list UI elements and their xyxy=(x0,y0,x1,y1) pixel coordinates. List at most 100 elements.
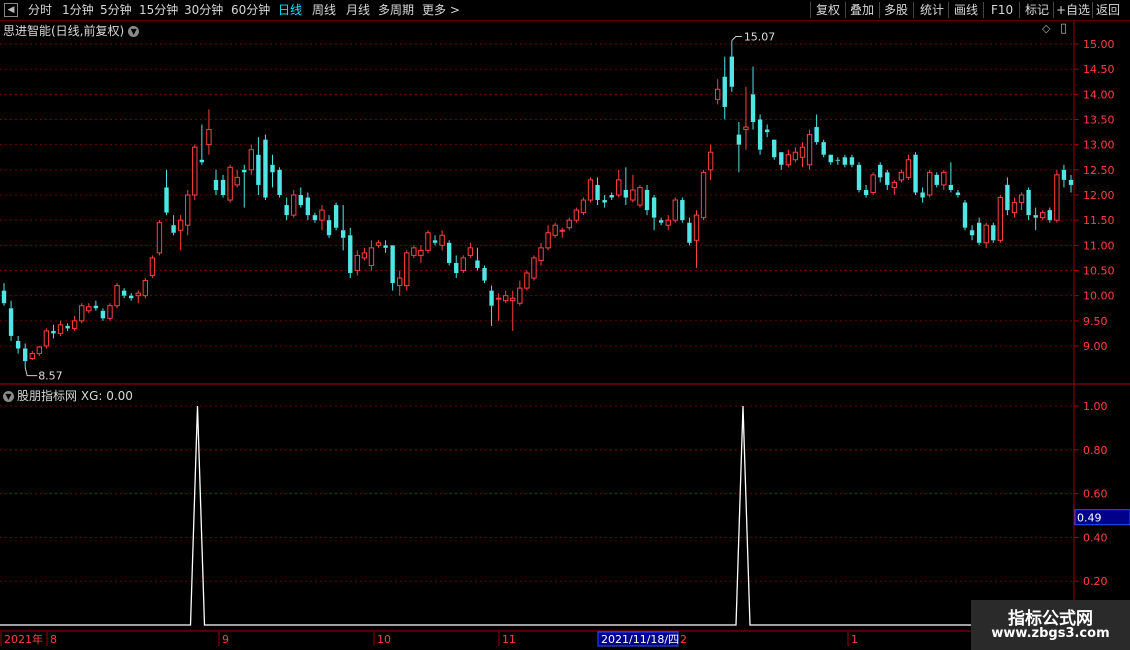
candle xyxy=(446,240,452,266)
candle-body xyxy=(891,181,898,188)
candle xyxy=(220,174,226,198)
candle-body xyxy=(135,292,141,297)
candle xyxy=(1005,177,1010,216)
candle xyxy=(941,169,947,190)
candle xyxy=(772,139,777,160)
xaxis-month-label: 2 xyxy=(680,633,687,646)
candle-body xyxy=(785,154,792,166)
candle xyxy=(651,195,657,231)
candle xyxy=(348,227,353,279)
candle-body xyxy=(71,320,78,329)
candle xyxy=(828,154,833,165)
candle xyxy=(722,56,727,120)
candle-body xyxy=(821,142,826,155)
candle xyxy=(1061,164,1067,188)
candle-body xyxy=(750,94,756,123)
candle-body xyxy=(149,257,156,277)
candle xyxy=(680,197,685,223)
candle xyxy=(361,247,368,261)
price-tick-label: 10.00 xyxy=(1083,290,1115,303)
candle xyxy=(156,220,163,256)
candle-body xyxy=(475,260,480,268)
candle-body xyxy=(693,214,700,241)
candle-body xyxy=(885,172,890,185)
indicator-gridlines xyxy=(0,405,1074,582)
candle xyxy=(870,172,876,195)
candle xyxy=(227,164,233,203)
candle xyxy=(637,184,643,208)
candle xyxy=(962,200,968,231)
candle-body xyxy=(1068,179,1074,185)
candle-body xyxy=(206,129,212,146)
candle xyxy=(955,189,961,198)
price-tick-label: 10.50 xyxy=(1083,265,1115,278)
candle xyxy=(658,217,664,226)
candle-body xyxy=(1054,174,1060,221)
watermark-badge: 指标公式网 www.zbgs3.com xyxy=(971,600,1130,650)
candle xyxy=(517,280,523,306)
candle-body xyxy=(121,290,127,296)
candle xyxy=(672,197,678,223)
candle-body xyxy=(729,56,735,87)
candle xyxy=(934,172,939,188)
candle-body xyxy=(397,277,403,287)
candle-body xyxy=(1047,210,1052,221)
candle-body xyxy=(531,257,537,279)
candle-body xyxy=(955,192,961,195)
price-axis: 15.00 14.50 14.00 13.50 13.00 12.50 12.00 11.50… xyxy=(1074,38,1115,353)
candle xyxy=(93,300,99,311)
candle-body xyxy=(495,297,502,300)
xg-series-line xyxy=(0,405,1074,626)
candle xyxy=(623,167,629,206)
candle xyxy=(644,184,650,216)
candle-body xyxy=(1011,202,1018,214)
indicator-tick-label: 0.60 xyxy=(1083,488,1108,501)
xaxis-month-label: 9 xyxy=(222,633,229,646)
candle xyxy=(1068,174,1074,193)
xaxis-month-label: 10 xyxy=(377,633,391,646)
indicator-axis: 1.00 0.80 0.60 0.40 0.20 0.49 xyxy=(1074,400,1130,588)
candle xyxy=(242,164,247,208)
candle xyxy=(8,300,14,341)
candle-body xyxy=(700,171,707,219)
candle-body xyxy=(192,146,198,196)
candle xyxy=(114,283,120,309)
candle-body xyxy=(298,195,303,206)
price-tick-label: 14.50 xyxy=(1083,63,1115,76)
candle xyxy=(503,290,509,304)
stock-chart[interactable]: 15.00 14.50 14.00 13.50 13.00 12.50 12.00 11.50… xyxy=(0,0,1130,650)
candle xyxy=(707,144,714,180)
candle xyxy=(291,189,297,218)
candle xyxy=(185,189,191,236)
candle-body xyxy=(256,154,261,185)
candle-body xyxy=(227,166,233,201)
candle-body xyxy=(934,174,939,185)
candle-body xyxy=(991,225,996,241)
price-tick-label: 13.00 xyxy=(1083,139,1115,152)
candle-body xyxy=(418,249,424,256)
xaxis-month-label: 8 xyxy=(50,633,57,646)
candle-body xyxy=(23,348,28,362)
candle-body xyxy=(1061,169,1067,180)
candle xyxy=(1026,187,1031,221)
price-annotations: 15.07 8.57 xyxy=(24,30,775,383)
candle xyxy=(991,222,996,243)
candle xyxy=(785,149,792,168)
candle-body xyxy=(277,169,282,195)
candle xyxy=(29,351,35,361)
candle-body xyxy=(65,325,70,329)
watermark-url: www.zbgs3.com xyxy=(991,626,1110,641)
candle xyxy=(57,320,64,336)
candle xyxy=(354,250,361,276)
candle xyxy=(821,139,826,158)
candle xyxy=(743,86,749,150)
candle-body xyxy=(863,189,869,195)
candle xyxy=(969,225,975,241)
candle-body xyxy=(425,232,431,251)
candle-body xyxy=(870,174,876,193)
candle xyxy=(164,169,169,216)
candle-body xyxy=(348,235,353,274)
candle-body xyxy=(856,164,862,190)
candle-body xyxy=(524,272,530,289)
indicator-tick-label: 1.00 xyxy=(1083,400,1108,413)
